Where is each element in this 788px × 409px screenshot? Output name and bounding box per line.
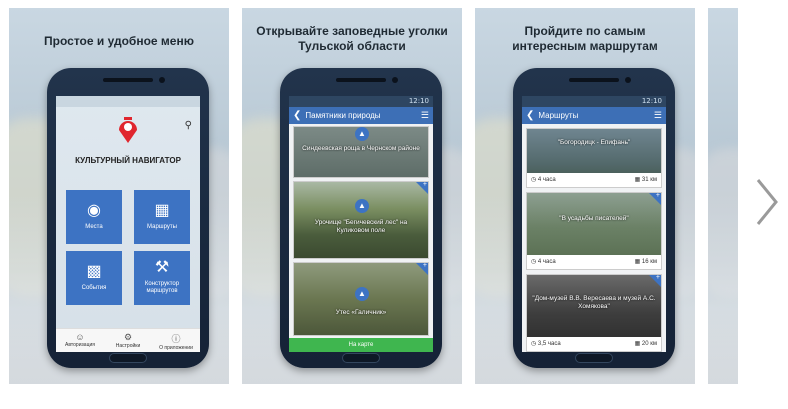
calendar-icon: ▩ [86,263,102,280]
home-button [342,353,380,363]
phone-screen: 12:10 ❮ Маршруты ☰ "Богородицк - Епифань… [522,96,666,352]
tile-places[interactable]: ◉ Места [66,190,122,244]
filter-icon[interactable]: ☰ [421,107,429,124]
app-bar-title: Памятники природы [305,111,381,120]
tile-routes[interactable]: ▦ Маршруты [134,190,190,244]
card-caption: Простое и удобное меню [44,34,194,48]
phone-frame: 12:10 ❮ Памятники природы ☰ ▲ Синдеевска… [280,68,442,368]
status-bar: 12:10 [289,96,433,107]
pin-icon: ▲ [355,199,369,213]
pin-icon: ▲ [355,287,369,301]
back-arrow-icon[interactable]: ❮ [526,107,534,124]
screenshot-card-nature[interactable]: Открывайте заповедные уголки Тульской об… [242,8,462,384]
add-icon[interactable]: + [656,275,660,281]
phone-screen: 12:10 ❮ Памятники природы ☰ ▲ Синдеевска… [289,96,433,352]
home-button [109,353,147,363]
gear-icon: ⚙ [123,332,133,342]
list-item[interactable]: ▲ Синдеевская роща в Чернском районе [293,126,429,178]
map-icon: ▦ [154,202,170,219]
wrench-icon: ⚒ [154,259,170,276]
list-item[interactable]: + ▲ Утес «Галичник» [293,262,429,336]
clock-icon: ◷ [531,341,537,347]
app-brand-title: КУЛЬТУРНЫЙ НАВИГАТОР [75,156,181,165]
route-item[interactable]: + "Дом-музей В.В. Вересаева и музей А.С.… [526,274,662,352]
status-time: 12:10 [641,97,662,105]
route-duration: ◷ 3,5 часа [531,341,561,347]
phone-frame: ⚲ КУЛЬТУРНЫЙ НАВИГАТОР ◉ Места ▦ Маршрут… [47,68,209,368]
screenshot-card-routes[interactable]: Пройдите по самым интересным маршрутам 1… [475,8,695,384]
next-arrow-icon[interactable] [752,174,782,230]
info-icon: ⓘ [171,334,181,344]
filter-icon[interactable]: ☰ [654,107,662,124]
map-pin-icon: ◉ [87,202,101,219]
add-icon[interactable]: + [423,182,427,188]
logo-icon [119,117,137,143]
screenshot-gallery: Простое и удобное меню ⚲ КУЛЬТУРНЫЙ НАВИ… [0,0,788,409]
map-icon: ▦ [634,341,641,347]
nav-login[interactable]: ☺ Авторизация [56,329,104,352]
on-map-button[interactable]: На карте [289,338,433,352]
pin-icon: ▲ [355,127,369,141]
route-distance: ▦ 20 км [634,341,657,347]
clock-icon: ◷ [531,259,537,265]
map-icon: ▦ [634,259,641,265]
card-caption: Открывайте заповедные уголки Тульской об… [256,24,448,53]
tile-events[interactable]: ▩ События [66,251,122,305]
app-bar: ❮ Маршруты ☰ [522,107,666,124]
card-caption: Пройдите по самым интересным маршрутам [512,24,658,53]
nav-about[interactable]: ⓘ О приложении [152,329,200,352]
screenshot-card-menu[interactable]: Простое и удобное меню ⚲ КУЛЬТУРНЫЙ НАВИ… [9,8,229,384]
back-arrow-icon[interactable]: ❮ [293,107,301,124]
app-bar-title: Маршруты [538,111,579,120]
status-bar [56,96,200,107]
list-item[interactable]: + ▲ Урочище "Бегичевский лес" на Куликов… [293,181,429,259]
route-distance: ▦ 16 км [634,259,657,265]
phone-frame: 12:10 ❮ Маршруты ☰ "Богородицк - Епифань… [513,68,675,368]
clock-icon: ◷ [531,177,537,183]
screenshot-card-partial[interactable] [708,8,738,384]
route-item[interactable]: + "В усадьбы писателей" ◷ 4 часа ▦ 16 км [526,192,662,270]
map-icon: ▦ [634,177,641,183]
tile-route-builder[interactable]: ⚒ Конструктор маршрутов [134,251,190,305]
route-duration: ◷ 4 часа [531,177,556,183]
home-button [575,353,613,363]
phone-screen: ⚲ КУЛЬТУРНЫЙ НАВИГАТОР ◉ Места ▦ Маршрут… [56,96,200,352]
add-icon[interactable]: + [423,263,427,269]
search-icon[interactable]: ⚲ [185,120,192,131]
route-distance: ▦ 31 км [634,177,657,183]
status-time: 12:10 [408,97,429,105]
status-bar: 12:10 [522,96,666,107]
app-bar: ❮ Памятники природы ☰ [289,107,433,124]
route-duration: ◷ 4 часа [531,259,556,265]
nav-settings[interactable]: ⚙ Настройки [104,329,152,352]
user-icon: ☺ [75,332,85,342]
bottom-nav: ☺ Авторизация ⚙ Настройки ⓘ О приложении [56,328,200,352]
route-item[interactable]: "Богородицк - Епифань" ◷ 4 часа ▦ 31 км [526,128,662,188]
add-icon[interactable]: + [656,193,660,199]
